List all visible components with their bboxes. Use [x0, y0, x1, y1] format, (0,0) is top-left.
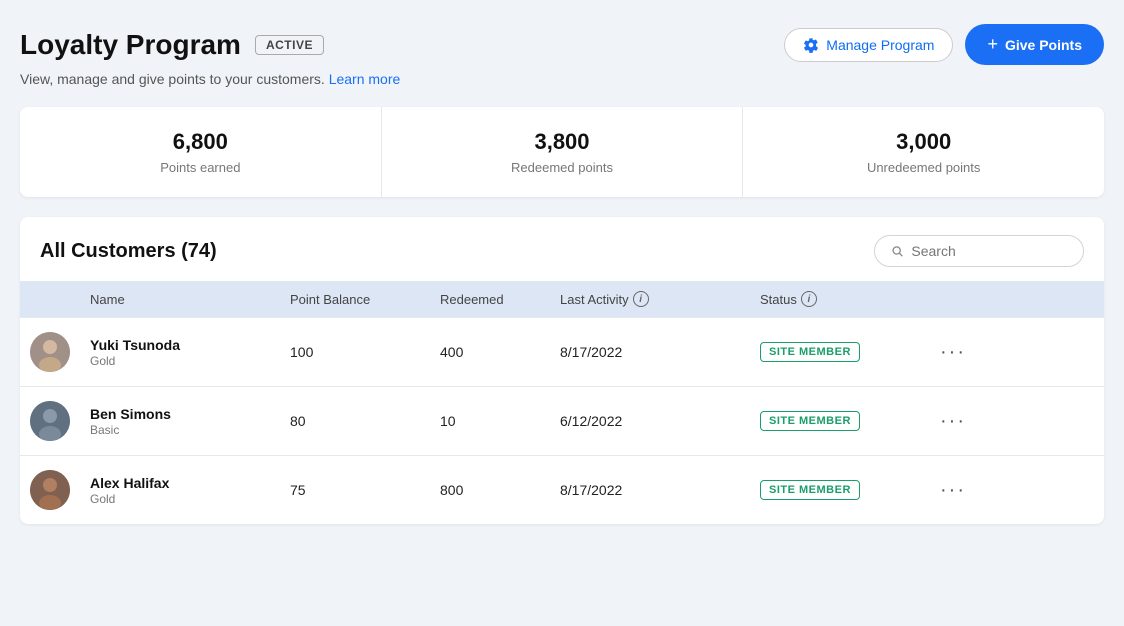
- table-header: Name Point Balance Redeemed Last Activit…: [20, 281, 1104, 317]
- col-status: Status i: [760, 291, 940, 307]
- last-activity-cell: 8/17/2022: [560, 482, 760, 498]
- customer-avatar: [30, 332, 70, 372]
- last-activity-cell: 6/12/2022: [560, 413, 760, 429]
- customer-tier: Gold: [90, 354, 290, 368]
- page-header: Loyalty Program ACTIVE Manage Program + …: [20, 24, 1104, 65]
- customers-title: All Customers (74): [40, 240, 217, 263]
- status-info-icon: i: [801, 291, 817, 307]
- customers-section: All Customers (74) Name Point Balance Re…: [20, 217, 1104, 524]
- learn-more-link[interactable]: Learn more: [329, 71, 401, 87]
- customer-name: Alex Halifax: [90, 474, 290, 492]
- col-last-activity: Last Activity i: [560, 291, 760, 307]
- points-earned-value: 6,800: [20, 129, 381, 155]
- manage-program-label: Manage Program: [826, 37, 934, 53]
- header-left: Loyalty Program ACTIVE: [20, 29, 324, 61]
- unredeemed-points-value: 3,000: [743, 129, 1104, 155]
- header-actions: Manage Program + Give Points: [784, 24, 1104, 65]
- search-icon: [891, 244, 903, 258]
- col-point-balance: Point Balance: [290, 292, 440, 307]
- redeemed-cell: 400: [440, 344, 560, 360]
- col-name: Name: [90, 292, 290, 307]
- page-container: Loyalty Program ACTIVE Manage Program + …: [0, 0, 1124, 544]
- point-balance-cell: 100: [290, 344, 440, 360]
- avatar: [30, 401, 90, 441]
- avatar: [30, 470, 90, 510]
- plus-icon: +: [987, 34, 998, 55]
- customer-info: Alex Halifax Gold: [90, 474, 290, 506]
- stats-card: 6,800 Points earned 3,800 Redeemed point…: [20, 107, 1104, 197]
- status-cell: SITE MEMBER: [760, 480, 940, 500]
- customer-tier: Gold: [90, 492, 290, 506]
- subtitle: View, manage and give points to your cus…: [20, 71, 1104, 87]
- more-actions-button[interactable]: ···: [940, 341, 966, 364]
- stat-unredeemed-points: 3,000 Unredeemed points: [743, 107, 1104, 197]
- stat-redeemed-points: 3,800 Redeemed points: [382, 107, 744, 197]
- redeemed-points-label: Redeemed points: [382, 160, 743, 175]
- redeemed-cell: 800: [440, 482, 560, 498]
- redeemed-points-value: 3,800: [382, 129, 743, 155]
- col-redeemed: Redeemed: [440, 292, 560, 307]
- status-badge: SITE MEMBER: [760, 480, 860, 500]
- customer-tier: Basic: [90, 423, 290, 437]
- point-balance-cell: 80: [290, 413, 440, 429]
- give-points-label: Give Points: [1005, 37, 1082, 53]
- more-actions-button[interactable]: ···: [940, 410, 966, 433]
- avatar: [30, 332, 90, 372]
- search-box[interactable]: [874, 235, 1084, 267]
- table-row: Ben Simons Basic 80 10 6/12/2022 SITE ME…: [20, 386, 1104, 455]
- customer-avatar: [30, 470, 70, 510]
- more-actions-button[interactable]: ···: [940, 479, 966, 502]
- status-badge: SITE MEMBER: [760, 342, 860, 362]
- status-badge: SITE MEMBER: [760, 411, 860, 431]
- customer-avatar: [30, 401, 70, 441]
- gear-icon: [803, 37, 819, 53]
- manage-program-button[interactable]: Manage Program: [784, 28, 953, 62]
- table-row: Yuki Tsunoda Gold 100 400 8/17/2022 SITE…: [20, 317, 1104, 386]
- unredeemed-points-label: Unredeemed points: [743, 160, 1104, 175]
- point-balance-cell: 75: [290, 482, 440, 498]
- last-activity-cell: 8/17/2022: [560, 344, 760, 360]
- more-actions-cell: ···: [940, 341, 1000, 364]
- stat-points-earned: 6,800 Points earned: [20, 107, 382, 197]
- last-activity-info-icon: i: [633, 291, 649, 307]
- customer-name: Ben Simons: [90, 405, 290, 423]
- page-title: Loyalty Program: [20, 29, 241, 61]
- search-input[interactable]: [911, 243, 1067, 259]
- customer-info: Ben Simons Basic: [90, 405, 290, 437]
- give-points-button[interactable]: + Give Points: [965, 24, 1104, 65]
- redeemed-cell: 10: [440, 413, 560, 429]
- status-cell: SITE MEMBER: [760, 342, 940, 362]
- more-actions-cell: ···: [940, 479, 1000, 502]
- customer-name: Yuki Tsunoda: [90, 336, 290, 354]
- customers-header: All Customers (74): [20, 217, 1104, 281]
- table-row: Alex Halifax Gold 75 800 8/17/2022 SITE …: [20, 455, 1104, 524]
- points-earned-label: Points earned: [20, 160, 381, 175]
- status-cell: SITE MEMBER: [760, 411, 940, 431]
- customer-info: Yuki Tsunoda Gold: [90, 336, 290, 368]
- more-actions-cell: ···: [940, 410, 1000, 433]
- table-body: Yuki Tsunoda Gold 100 400 8/17/2022 SITE…: [20, 317, 1104, 524]
- active-badge: ACTIVE: [255, 35, 324, 55]
